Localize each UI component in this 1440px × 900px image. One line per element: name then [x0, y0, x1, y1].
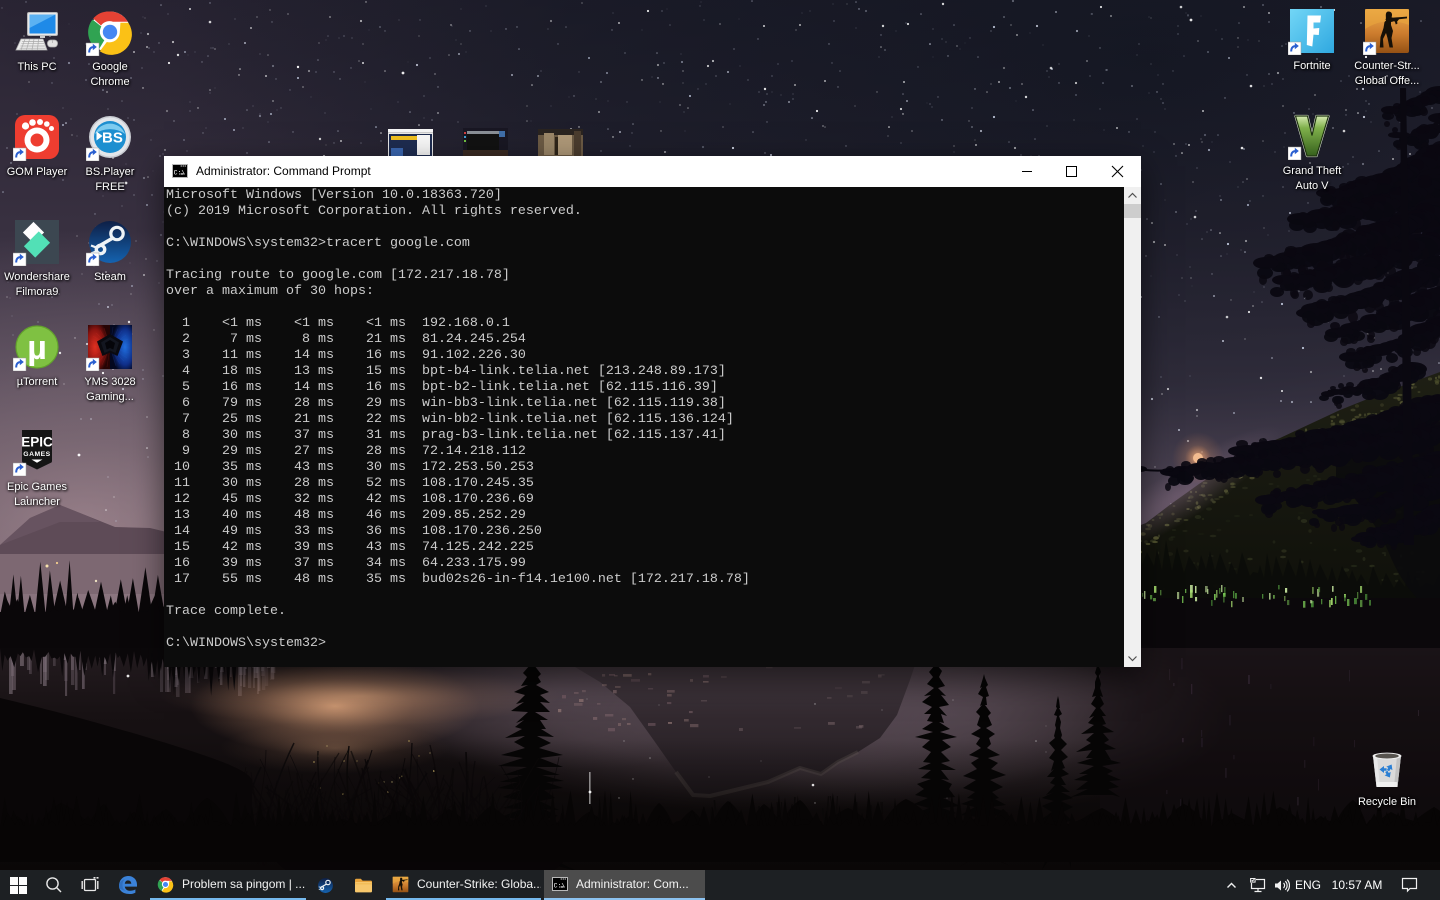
svg-text:BS: BS [102, 130, 123, 147]
svg-text:µ: µ [27, 329, 47, 367]
svg-text:EPIC: EPIC [21, 435, 53, 450]
svg-text:GAMES: GAMES [23, 451, 50, 458]
svg-text:C:\: C:\ [554, 883, 566, 890]
svg-text:C:\: C:\ [174, 170, 186, 177]
